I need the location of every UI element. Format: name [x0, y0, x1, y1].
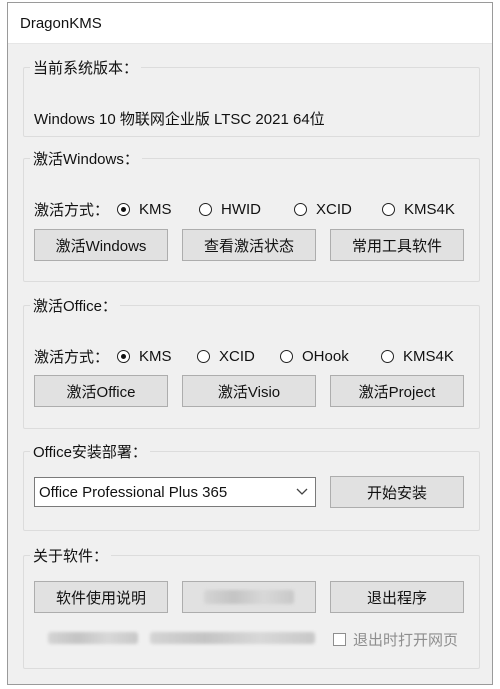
- windows-activation-group: 激活Windows： 激活方式： KMS HWID XCID KMS4K: [23, 148, 480, 282]
- window-title: DragonKMS: [20, 15, 102, 32]
- activate-windows-button[interactable]: 激活Windows: [34, 229, 168, 261]
- office-group-legend: 激活Office：: [33, 298, 117, 315]
- radio-dot-icon: [382, 203, 396, 216]
- office-method-label: 激活方式：: [34, 349, 110, 366]
- title-bar[interactable]: DragonKMS: [8, 3, 492, 44]
- checkbox-icon: [333, 633, 346, 646]
- exit-program-button[interactable]: 退出程序: [330, 581, 464, 613]
- office-radio-ohook[interactable]: OHook: [280, 348, 381, 365]
- windows-group-legend: 激活Windows：: [33, 151, 139, 168]
- windows-radio-kms[interactable]: KMS: [117, 201, 199, 218]
- office-radio-xcid[interactable]: XCID: [197, 348, 280, 365]
- radio-dot-icon: [199, 203, 213, 216]
- radio-dot-icon: [381, 350, 395, 363]
- radio-dot-icon: [294, 203, 308, 216]
- windows-radio-kms4k[interactable]: KMS4K: [382, 201, 455, 218]
- office-radio-kms4k[interactable]: KMS4K: [381, 348, 454, 365]
- activate-project-button[interactable]: 激活Project: [330, 375, 464, 407]
- office-radio-kms[interactable]: KMS: [117, 348, 197, 365]
- blurred-button[interactable]: [182, 581, 316, 613]
- version-group: 当前系统版本： Windows 10 物联网企业版 LTSC 2021 64位: [23, 57, 480, 137]
- office-product-select[interactable]: Office Professional Plus 365: [34, 477, 316, 507]
- radio-dot-icon: [117, 203, 131, 216]
- radio-dot-icon: [117, 350, 131, 363]
- windows-method-row: 激活方式： KMS HWID XCID KMS4K: [34, 199, 455, 220]
- install-group-legend: Office安装部署：: [33, 444, 147, 461]
- office-product-value: Office Professional Plus 365: [39, 483, 228, 501]
- windows-radio-xcid[interactable]: XCID: [294, 201, 382, 218]
- redacted-text-1: [48, 632, 138, 644]
- radio-dot-icon: [197, 350, 211, 363]
- version-group-legend: 当前系统版本：: [33, 60, 139, 77]
- about-group-legend: 关于软件：: [33, 548, 109, 565]
- open-webpage-checkbox[interactable]: 退出时打开网页: [333, 629, 458, 650]
- office-method-row: 激活方式： KMS XCID OHook KMS4K: [34, 346, 454, 367]
- check-activation-status-button[interactable]: 查看激活状态: [182, 229, 316, 261]
- manual-button[interactable]: 软件使用说明: [34, 581, 168, 613]
- office-activation-group: 激活Office： 激活方式： KMS XCID OHook KMS4K: [23, 295, 480, 429]
- system-version-text: Windows 10 物联网企业版 LTSC 2021 64位: [34, 111, 325, 128]
- common-tools-button[interactable]: 常用工具软件: [330, 229, 464, 261]
- activate-office-button[interactable]: 激活Office: [34, 375, 168, 407]
- activate-visio-button[interactable]: 激活Visio: [182, 375, 316, 407]
- app-window: DragonKMS 当前系统版本： Windows 10 物联网企业版 LTSC…: [7, 2, 493, 685]
- windows-method-label: 激活方式：: [34, 202, 110, 219]
- redacted-text-2: [150, 632, 315, 644]
- start-install-button[interactable]: 开始安装: [330, 476, 464, 508]
- redacted-label: [204, 590, 294, 604]
- radio-dot-icon: [280, 350, 294, 363]
- chevron-down-icon: [296, 488, 308, 495]
- open-webpage-label: 退出时打开网页: [353, 632, 459, 649]
- windows-radio-hwid[interactable]: HWID: [199, 201, 294, 218]
